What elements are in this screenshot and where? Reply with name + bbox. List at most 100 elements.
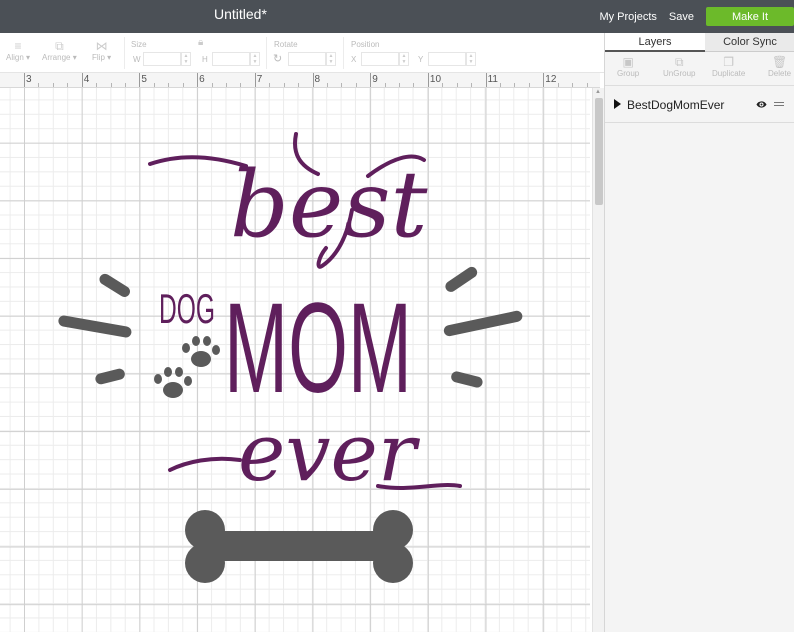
align-icon: ≡: [14, 39, 22, 53]
layer-item[interactable]: BestDogMomEver: [605, 93, 794, 123]
ruler-minor-tick: [240, 83, 242, 87]
dog-bone: [185, 510, 413, 583]
ungroup-button[interactable]: ⧉ UnGroup: [663, 55, 695, 78]
ruler-major-tick: [370, 73, 372, 87]
ruler-minor-tick: [586, 83, 588, 87]
layer-name: BestDogMomEver: [627, 98, 725, 112]
rotate-input[interactable]: [288, 52, 326, 66]
ruler-minor-tick: [355, 83, 357, 87]
save-button[interactable]: Save: [669, 11, 694, 23]
tab-color-sync[interactable]: Color Sync: [705, 33, 794, 52]
paw-print-upper: [182, 336, 220, 367]
layer-best-dog-mom-ever[interactable]: best DOG MOM ever: [58, 132, 524, 583]
ruler-minor-tick: [514, 83, 516, 87]
duplicate-button[interactable]: ❐ Duplicate: [712, 55, 745, 78]
dog-text: DOG: [159, 285, 215, 332]
eye-icon[interactable]: [756, 99, 767, 110]
ruler-label: 8: [314, 74, 321, 85]
ruler-label: 9: [372, 74, 378, 85]
ruler-major-tick: [543, 73, 545, 87]
lock-icon[interactable]: 🔒︎: [198, 37, 203, 48]
chevron-down-icon: ▾: [26, 53, 31, 62]
arrange-icon: ⧉: [55, 39, 64, 53]
ruler-minor-tick: [442, 83, 444, 87]
flip-tool[interactable]: ⋈ Flip ▾: [92, 39, 111, 62]
ruler-major-tick: [81, 73, 83, 87]
width-prefix: W: [133, 55, 141, 64]
ruler-minor-tick: [168, 83, 170, 87]
layers-panel: Layers Color Sync ▣ Group ⧉ UnGroup ❐ Du…: [604, 33, 794, 632]
trash-icon: 🗑︎: [771, 55, 788, 69]
ruler-minor-tick: [413, 83, 415, 87]
ruler-minor-tick: [399, 83, 401, 87]
ruler-label: 10: [429, 74, 442, 85]
ever-text: ever: [238, 406, 421, 499]
make-it-button[interactable]: Make It: [706, 7, 794, 26]
panel-tabs: Layers Color Sync: [605, 33, 794, 52]
ruler-major-tick: [254, 73, 256, 87]
y-position-stepper[interactable]: ▲ ▼: [466, 52, 476, 66]
ruler-label: 6: [199, 74, 205, 85]
burst-lines-left: [58, 273, 132, 385]
ruler-minor-tick: [283, 83, 285, 87]
my-projects-link[interactable]: My Projects: [599, 11, 656, 23]
canvas-vertical-scrollbar[interactable]: ▲: [592, 88, 604, 632]
ruler-minor-tick: [456, 83, 458, 87]
word-best: best: [148, 132, 429, 269]
expand-arrow-icon[interactable]: [614, 99, 621, 109]
top-bar: Untitled* My Projects Save Make It: [0, 0, 794, 33]
duplicate-label: Duplicate: [712, 69, 746, 78]
ruler-minor-tick: [298, 83, 300, 87]
rotate-label: Rotate: [274, 40, 298, 49]
width-stepper[interactable]: ▲ ▼: [181, 52, 191, 66]
ruler-major-tick: [427, 73, 429, 87]
ruler-minor-tick: [211, 83, 213, 87]
best-text: best: [230, 151, 429, 258]
flip-label: Flip: [92, 53, 105, 62]
ruler-minor-tick: [124, 83, 126, 87]
duplicate-icon: ❐: [723, 55, 735, 69]
y-position-input[interactable]: [428, 52, 466, 66]
delete-button[interactable]: 🗑︎ Delete: [768, 55, 791, 78]
height-prefix: H: [202, 55, 208, 64]
arrange-tool[interactable]: ⧉ Arrange ▾: [42, 39, 77, 62]
scroll-up-icon[interactable]: ▲: [595, 89, 601, 95]
ruler-label: 5: [141, 74, 147, 85]
scrollbar-thumb[interactable]: [595, 98, 603, 205]
ungroup-label: UnGroup: [663, 69, 696, 78]
drag-handle-icon[interactable]: [774, 102, 784, 106]
x-position-stepper[interactable]: ▲ ▼: [399, 52, 409, 66]
ruler-major-tick: [485, 73, 487, 87]
burst-lines-right: [443, 266, 523, 388]
ruler-minor-tick: [96, 83, 98, 87]
rotate-stepper[interactable]: ▲ ▼: [326, 52, 336, 66]
tab-layers[interactable]: Layers: [605, 33, 705, 52]
group-icon: ▣: [622, 55, 634, 69]
align-tool[interactable]: ≡ Align ▾: [6, 39, 30, 62]
ruler-label: 11: [487, 74, 498, 85]
ruler-minor-tick: [341, 83, 343, 87]
paw-print-lower: [154, 367, 192, 398]
group-button[interactable]: ▣ Group: [617, 55, 639, 78]
ruler-minor-tick: [528, 83, 530, 87]
toolbar-divider: [124, 37, 125, 69]
delete-label: Delete: [768, 69, 792, 78]
rotate-icon: ↻: [273, 53, 283, 65]
ruler-label: 7: [256, 74, 263, 85]
ruler-label: 3: [26, 74, 32, 85]
mom-text: MOM: [224, 277, 412, 420]
toolbar-divider: [343, 37, 344, 69]
ruler-major-tick: [24, 73, 25, 87]
chevron-down-icon: ▾: [107, 53, 112, 62]
height-input[interactable]: [212, 52, 250, 66]
ruler-major-tick: [139, 73, 141, 87]
ruler-minor-tick: [384, 83, 386, 87]
width-input[interactable]: [143, 52, 181, 66]
ruler-minor-tick: [500, 83, 502, 87]
x-position-input[interactable]: [361, 52, 399, 66]
height-stepper[interactable]: ▲ ▼: [250, 52, 260, 66]
ruler-minor-tick: [572, 83, 574, 87]
flip-icon: ⋈: [95, 39, 108, 53]
design-artwork[interactable]: best DOG MOM ever: [0, 88, 590, 632]
word-ever: ever: [168, 406, 462, 499]
